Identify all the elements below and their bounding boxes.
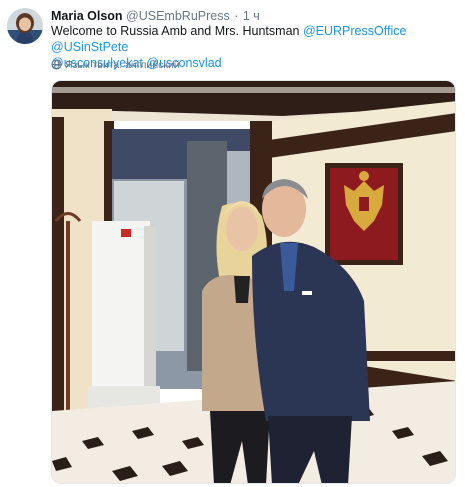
photo-image [52, 81, 455, 483]
author-handle[interactable]: @USEmbRuPress [126, 9, 230, 23]
author-avatar[interactable] [7, 8, 43, 44]
tweet-language: Язык твита: английский [51, 58, 180, 72]
avatar-image [7, 8, 43, 44]
mention-link[interactable]: @EURPressOffice [303, 24, 406, 38]
mention-link[interactable]: @USinStPete [51, 40, 128, 54]
header-separator: · [234, 9, 239, 23]
tweet: Maria Olson @USEmbRuPress · 1 ч Welcome … [0, 0, 465, 487]
globe-icon [51, 59, 62, 70]
tweet-text-intro: Welcome to Russia Amb and Mrs. Huntsman [51, 24, 300, 38]
language-label: Язык твита: английский [65, 59, 180, 71]
tweet-header: Maria Olson @USEmbRuPress · 1 ч [51, 8, 456, 24]
tweet-photo[interactable] [51, 80, 456, 484]
tweet-timestamp[interactable]: 1 ч [243, 9, 260, 23]
author-display-name[interactable]: Maria Olson [51, 9, 123, 23]
